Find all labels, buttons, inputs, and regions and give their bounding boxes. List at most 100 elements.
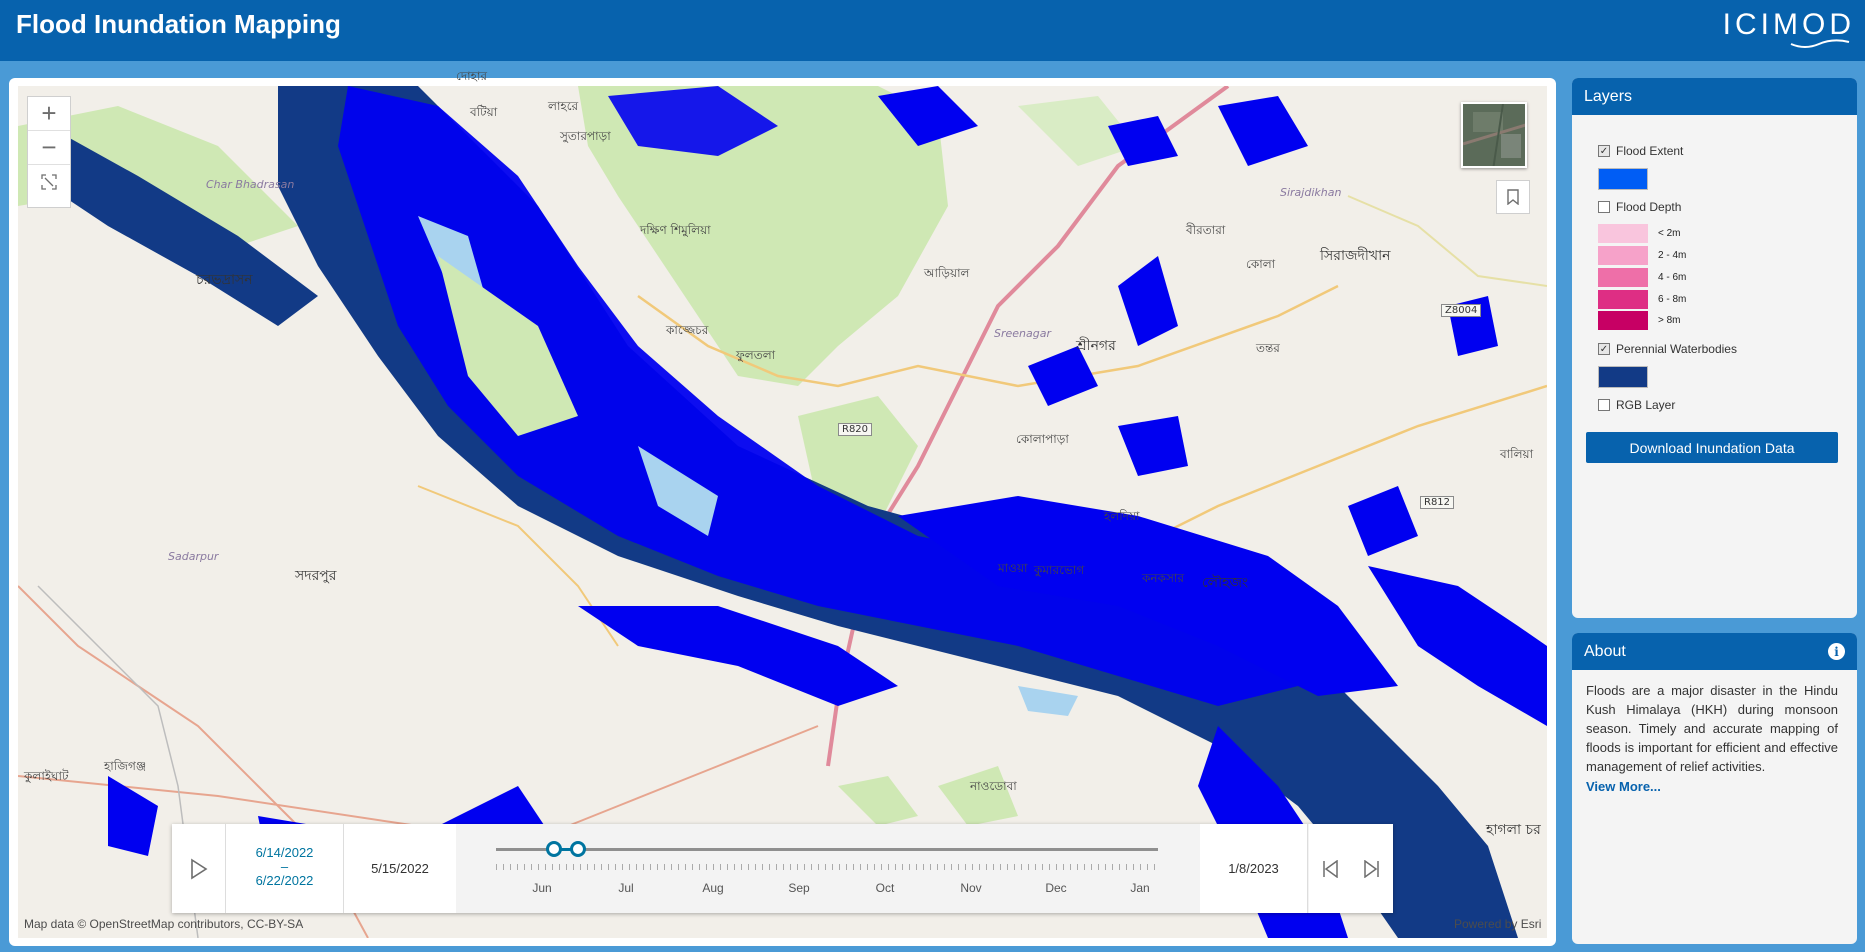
slider-track-area[interactable]: Jun Jul Aug Sep Oct Nov Dec Jan — [456, 824, 1200, 913]
flood-map[interactable] — [18, 86, 1547, 938]
slider-end-thumb[interactable] — [570, 841, 586, 857]
icimod-logo[interactable]: ICIMOD — [1723, 8, 1855, 42]
road-shield: R812 — [1420, 496, 1455, 509]
map-label: Sadarpur — [168, 550, 219, 563]
about-panel-header: About i — [1572, 633, 1857, 670]
slider-start-thumb[interactable] — [546, 841, 562, 857]
layer-label: RGB Layer — [1616, 398, 1676, 412]
bookmark-button[interactable] — [1496, 180, 1530, 214]
slider-ticks — [496, 864, 1158, 870]
checkbox-checked-icon[interactable]: ✓ — [1598, 145, 1610, 157]
layer-toggle-rgb[interactable]: RGB Layer — [1598, 398, 1675, 412]
depth-label: > 8m — [1658, 315, 1681, 326]
map-label: তন্তর — [1256, 341, 1280, 355]
map-label: নাওডোবা — [970, 779, 1017, 793]
about-description: Floods are a major disaster in the Hindu… — [1586, 683, 1838, 774]
map-attribution[interactable]: Map data © OpenStreetMap contributors, C… — [24, 917, 303, 931]
road-shield: Z8004 — [1441, 304, 1482, 317]
checkbox-checked-icon[interactable]: ✓ — [1598, 343, 1610, 355]
about-panel-title: About — [1584, 643, 1626, 660]
powered-by-esri[interactable]: Powered by Esri — [1454, 917, 1541, 931]
layer-toggle-flood-depth[interactable]: Flood Depth — [1598, 200, 1681, 214]
map-label: ফুলতলা — [736, 348, 776, 362]
map-label: সিরাজদীখান — [1320, 248, 1391, 264]
layer-label: Flood Extent — [1616, 144, 1684, 158]
checkbox-icon[interactable] — [1598, 399, 1610, 411]
map-label: Char Bhadrasan — [206, 178, 295, 191]
view-more-link[interactable]: View More... — [1586, 779, 1661, 794]
depth-swatch — [1598, 224, 1648, 243]
zoom-out-button[interactable]: − — [28, 131, 70, 165]
map-label: চরভদ্রাসন — [196, 272, 253, 288]
slider-month-label: Jun — [532, 881, 552, 895]
map-label: আড়িয়াল — [924, 266, 970, 280]
slider-month-label: Aug — [702, 881, 724, 895]
depth-legend-item: > 8m — [1598, 311, 1681, 330]
info-icon[interactable]: i — [1828, 643, 1845, 660]
fullscreen-button[interactable] — [28, 165, 70, 199]
map-label: কোলা — [1246, 257, 1276, 271]
next-button[interactable] — [1351, 824, 1393, 913]
map-label: হাজিগঞ্জ — [104, 759, 147, 773]
bookmark-icon — [1507, 189, 1519, 205]
time-extent-end: 6/22/2022 — [255, 873, 314, 888]
map-label: কনকসার — [1142, 571, 1184, 585]
flood-extent-swatch — [1598, 168, 1648, 190]
logo-wave-icon — [1790, 39, 1850, 48]
app-title: Flood Inundation Mapping — [16, 9, 341, 39]
layer-toggle-flood-extent[interactable]: ✓ Flood Extent — [1598, 144, 1683, 158]
slider-month-label: Jul — [618, 881, 634, 895]
play-button[interactable] — [172, 824, 226, 913]
depth-legend-item: 4 - 6m — [1598, 268, 1686, 287]
map-label: সুতারপাড়া — [560, 129, 611, 143]
basemap-toggle[interactable] — [1461, 102, 1527, 168]
depth-label: 6 - 8m — [1658, 294, 1687, 305]
previous-button[interactable] — [1309, 824, 1351, 913]
fullscreen-icon — [41, 174, 57, 190]
slider-month-label: Oct — [875, 881, 895, 895]
checkbox-icon[interactable] — [1598, 201, 1610, 213]
depth-swatch — [1598, 268, 1648, 287]
slider-month-label: Jan — [1130, 881, 1150, 895]
map-label: হলদিয়া — [1104, 509, 1140, 523]
depth-legend-item: 2 - 4m — [1598, 246, 1686, 265]
map-label: কুলাইঘাট — [24, 769, 69, 783]
step-back-icon — [1323, 859, 1338, 878]
slider-max-date: 1/8/2023 — [1200, 824, 1308, 913]
app-header: Flood Inundation Mapping ICIMOD — [0, 0, 1865, 61]
layer-label: Flood Depth — [1616, 200, 1682, 214]
slider-min-date: 5/15/2022 — [344, 824, 456, 913]
depth-legend-item: 6 - 8m — [1598, 290, 1686, 309]
depth-swatch — [1598, 290, 1648, 309]
map-label: সদরপুর — [295, 568, 337, 584]
map-label: বটিয়া — [470, 105, 498, 119]
map-label: দোহার — [456, 69, 488, 83]
time-extent-start: 6/14/2022 — [255, 845, 314, 860]
layer-label: Perennial Waterbodies — [1616, 342, 1737, 356]
map-label: লৌহজং — [1202, 575, 1249, 591]
map-label: দক্ষিণ শিমুলিয়া — [640, 223, 711, 237]
layer-toggle-perennial-waterbodies[interactable]: ✓ Perennial Waterbodies — [1598, 342, 1737, 356]
satellite-thumbnail-icon — [1463, 104, 1525, 166]
perennial-waterbodies-swatch — [1598, 366, 1648, 388]
map-label: মাওয়া — [998, 561, 1028, 575]
depth-label: 2 - 4m — [1658, 250, 1687, 261]
depth-swatch — [1598, 246, 1648, 265]
depth-legend-item: < 2m — [1598, 224, 1681, 243]
slider-track[interactable] — [496, 848, 1158, 851]
slider-month-label: Nov — [960, 881, 982, 895]
layers-panel-title: Layers — [1572, 78, 1857, 115]
map-label: বালিয়া — [1500, 447, 1534, 461]
time-slider: 6/14/2022 – 6/22/2022 5/15/2022 Jun Jul … — [172, 824, 1393, 913]
slider-month-label: Sep — [788, 881, 810, 895]
step-forward-icon — [1364, 859, 1379, 878]
map-label: কুমারভোগ — [1034, 563, 1085, 577]
map-label: লাহরে — [548, 99, 579, 113]
time-extent-separator: – — [280, 859, 289, 874]
map-label: Sirajdikhan — [1280, 186, 1342, 199]
map-label: Sreenagar — [994, 327, 1051, 340]
zoom-in-button[interactable]: + — [28, 97, 70, 131]
depth-swatch — [1598, 311, 1648, 330]
map-label: কোলাপাড়া — [1016, 432, 1069, 446]
download-inundation-button[interactable]: Download Inundation Data — [1586, 432, 1838, 463]
